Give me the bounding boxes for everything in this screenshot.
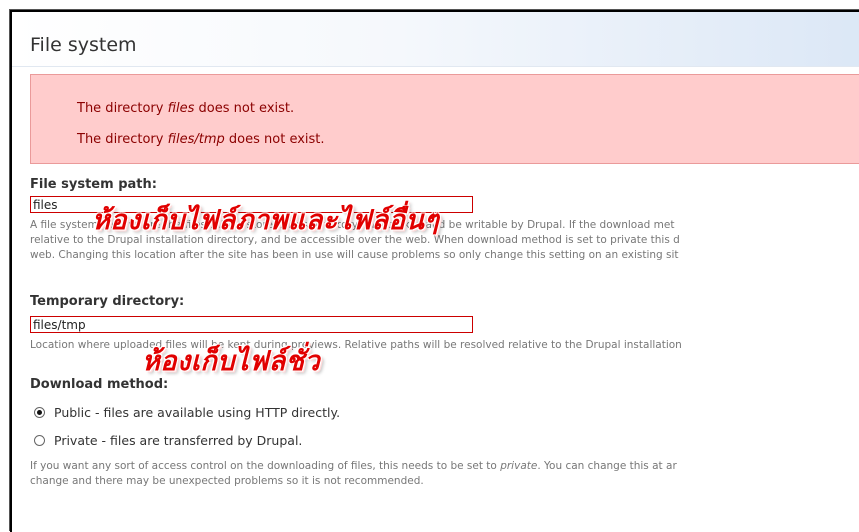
window-frame: File system The directory files does not… [10,10,859,532]
error-message-files: The directory files does not exist. [77,101,295,116]
thai-annotation-file-storage: ห้องเก็บไฟล์ภาพและไฟล์อื่นๆ [92,205,440,236]
download-method-label: Download method: [30,377,169,392]
download-method-description: If you want any sort of access control o… [30,460,677,487]
page-header: File system [12,12,859,67]
temporary-directory-input[interactable] [30,316,473,333]
file-system-path-label: File system path: [30,177,157,192]
download-method-public-option[interactable]: Public - files are available using HTTP … [34,405,340,420]
thai-annotation-temp-storage: ห้องเก็บไฟล์ชั่ว [142,346,321,377]
error-message-tmp: The directory files/tmp does not exist. [77,132,325,147]
download-method-private-option[interactable]: Private - files are transferred by Drupa… [34,433,302,448]
page-title: File system [30,34,137,56]
radio-private[interactable] [34,435,45,446]
error-messages: The directory files does not exist. The … [30,74,859,164]
temporary-directory-description: Location where uploaded files will be ke… [30,339,682,351]
radio-public[interactable] [34,407,45,418]
temporary-directory-label: Temporary directory: [30,294,185,309]
